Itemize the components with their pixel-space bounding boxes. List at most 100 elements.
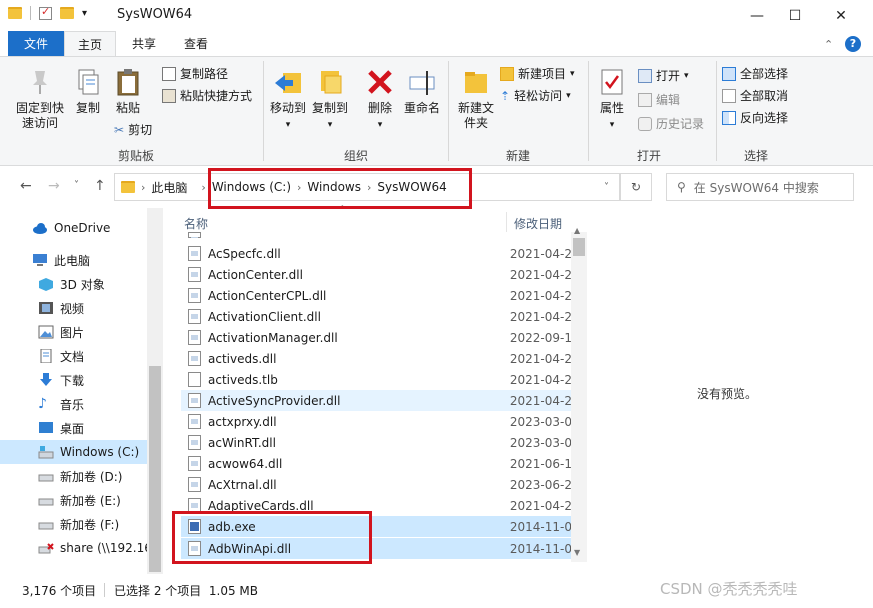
new-folder-icon[interactable]	[60, 7, 74, 19]
history-button[interactable]: 历史记录	[638, 115, 704, 132]
nav-item-3d-objects[interactable]: 3D 对象	[0, 272, 147, 296]
delete-button[interactable]: 删除 ▾	[362, 67, 398, 133]
list-item[interactable]: AdaptiveCards.dll 2021-04-2	[181, 495, 572, 516]
copy-to-button[interactable]: 复制到 ▾	[310, 67, 350, 133]
nav-item-documents[interactable]: 文档	[0, 344, 147, 368]
tab-view[interactable]: 查看	[170, 31, 222, 57]
invert-selection-button[interactable]: 反向选择	[722, 109, 788, 126]
search-input[interactable]: 在 SysWOW64 中搜索	[694, 179, 819, 196]
paste-shortcut-icon	[162, 88, 176, 103]
quick-access-toolbar: ▾	[8, 5, 87, 20]
nav-item-this-pc[interactable]: 此电脑	[0, 248, 147, 272]
title-bar: ▾ SysWOW64 — ☐ ✕	[0, 0, 873, 31]
list-item-selected[interactable]: AdbWinApi.dll 2014-11-0	[181, 538, 572, 559]
item-count: 3,176 个项目	[22, 584, 97, 598]
list-item[interactable]: ActionCenterCPL.dll 2021-04-2	[181, 285, 572, 306]
list-item[interactable]: AcXtrnal.dll 2023-06-2	[181, 474, 572, 495]
list-item[interactable]: ActionCenter.dll 2021-04-2	[181, 264, 572, 285]
list-item[interactable]: ActivationClient.dll 2021-04-2	[181, 306, 572, 327]
list-item[interactable]: activeds.dll 2021-04-2	[181, 348, 572, 369]
chevron-up-icon[interactable]: ⌃	[824, 38, 833, 51]
watermark: CSDN @秃秃秃秃哇	[660, 580, 798, 598]
nav-item-drive-e[interactable]: 新加卷 (E:)	[0, 488, 147, 512]
scroll-down-icon[interactable]: ▼	[574, 548, 580, 557]
breadcrumb-windows-c[interactable]: Windows (C:)	[212, 180, 291, 194]
list-item[interactable]: acWinRT.dll 2023-03-0	[181, 432, 572, 453]
list-scrollbar[interactable]	[571, 232, 587, 562]
list-scrollbar-thumb[interactable]	[573, 238, 585, 256]
copy-icon	[73, 67, 103, 97]
address-row: ← → ˅ ↑ › 此电脑 › Windows (C:) › Windows ›…	[0, 166, 873, 208]
list-item[interactable]: ActiveSyncProvider.dll 2021-04-2	[181, 390, 572, 411]
divider	[716, 61, 717, 161]
new-item-button[interactable]: 新建项目 ▾	[500, 65, 575, 82]
nav-item-drive-d[interactable]: 新加卷 (D:)	[0, 464, 147, 488]
list-item-selected[interactable]: adb.exe 2014-11-0	[181, 516, 572, 537]
recent-chevron-icon[interactable]: ˅	[74, 180, 79, 191]
nav-item-pictures[interactable]: 图片	[0, 320, 147, 344]
list-item[interactable]: actxprxy.dll 2023-03-0	[181, 411, 572, 432]
drive-icon	[38, 469, 54, 483]
list-item[interactable]: AcSpecfc.dll 2021-04-2	[181, 243, 572, 264]
chevron-right-icon: ›	[366, 180, 372, 194]
new-folder-button[interactable]: 新建文件夹	[454, 67, 498, 131]
pin-to-quick-access-button[interactable]: 固定到快速访问	[12, 67, 68, 131]
folder-icon	[8, 7, 22, 19]
address-bar[interactable]: › 此电脑 › Windows (C:) › Windows › SysWOW6…	[114, 173, 620, 201]
back-arrow-icon[interactable]: ←	[20, 178, 32, 194]
nav-item-share[interactable]: share (\\192.16	[0, 536, 152, 560]
paste-button[interactable]: 粘贴	[110, 67, 146, 116]
navigation-pane: OneDrive 此电脑 3D 对象 视频 图片 文档 下载 ♪ 音乐 桌面 W…	[0, 208, 163, 574]
dll-file-icon	[188, 498, 201, 513]
copy-button[interactable]: 复制	[70, 67, 106, 116]
picture-icon	[38, 325, 54, 339]
delete-x-icon	[365, 67, 395, 97]
nav-item-drive-f[interactable]: 新加卷 (F:)	[0, 512, 147, 536]
open-button[interactable]: 打开 ▾	[638, 67, 689, 84]
paste-shortcut-button[interactable]: 粘贴快捷方式	[162, 87, 252, 104]
invert-selection-icon	[722, 110, 736, 125]
tab-share[interactable]: 共享	[118, 31, 170, 57]
edit-button[interactable]: 编辑	[638, 91, 680, 108]
move-to-button[interactable]: 移动到 ▾	[268, 67, 308, 133]
cloud-icon	[32, 221, 48, 235]
select-none-button[interactable]: 全部取消	[722, 87, 788, 104]
nav-item-desktop[interactable]: 桌面	[0, 416, 147, 440]
tab-home[interactable]: 主页	[64, 31, 116, 58]
copy-path-button[interactable]: 复制路径	[162, 65, 228, 82]
breadcrumb-windows[interactable]: Windows	[307, 180, 361, 194]
properties-check-icon[interactable]	[39, 5, 52, 20]
address-dropdown-icon[interactable]: ˅	[604, 182, 609, 193]
nav-item-windows-c[interactable]: Windows (C:)	[0, 440, 147, 464]
nav-item-onedrive[interactable]: OneDrive	[0, 216, 147, 240]
cut-button[interactable]: ✂ 剪切	[114, 121, 152, 138]
breadcrumb-syswow64[interactable]: SysWOW64	[377, 180, 446, 194]
up-arrow-icon[interactable]: ↑	[94, 178, 106, 194]
rename-button[interactable]: 重命名	[402, 67, 442, 116]
scroll-up-icon[interactable]: ▲	[574, 226, 580, 235]
select-all-icon	[722, 66, 736, 81]
forward-arrow-icon[interactable]: →	[48, 178, 60, 194]
chevron-down-icon[interactable]: ▾	[82, 8, 87, 19]
nav-scrollbar-thumb[interactable]	[149, 366, 161, 572]
maximize-button[interactable]: ☐	[772, 0, 818, 31]
list-item[interactable]: activeds.tlb 2021-04-2	[181, 369, 572, 390]
easy-access-button[interactable]: ⇡ 轻松访问 ▾	[500, 87, 571, 104]
nav-item-downloads[interactable]: 下载	[0, 368, 147, 392]
nav-item-videos[interactable]: 视频	[0, 296, 147, 320]
refresh-icon[interactable]: ↻	[620, 173, 652, 201]
select-none-icon	[722, 88, 736, 103]
nav-item-music[interactable]: ♪ 音乐	[0, 392, 147, 416]
properties-button[interactable]: 属性 ▾	[594, 67, 630, 133]
edit-icon	[638, 92, 652, 107]
close-button[interactable]: ✕	[818, 0, 864, 31]
tab-file[interactable]: 文件	[8, 31, 64, 57]
ribbon-tabs: 文件 主页 共享 查看 ⌃ ?	[0, 31, 873, 58]
list-item[interactable]: ActivationManager.dll 2022-09-1	[181, 327, 572, 348]
select-all-button[interactable]: 全部选择	[722, 65, 788, 82]
list-item[interactable]: acwow64.dll 2021-06-1	[181, 453, 572, 474]
search-box[interactable]: ⚲ 在 SysWOW64 中搜索	[666, 173, 854, 201]
download-icon	[38, 373, 54, 387]
help-icon[interactable]: ?	[845, 36, 861, 52]
breadcrumb-this-pc[interactable]: 此电脑	[151, 179, 187, 196]
